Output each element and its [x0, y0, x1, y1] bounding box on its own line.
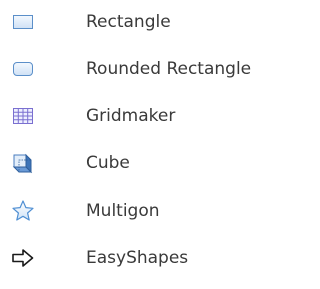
shape-menu: Rectangle Rounded Rectangle Gridmaker Cu… [0, 0, 297, 289]
menu-item-label: Gridmaker [86, 106, 176, 126]
arrow-right-icon [11, 246, 35, 270]
menu-item-gridmaker[interactable]: Gridmaker [0, 96, 297, 136]
grid-icon [11, 104, 35, 128]
menu-item-label: Multigon [86, 201, 160, 221]
menu-item-rectangle[interactable]: Rectangle [0, 2, 297, 42]
menu-item-rounded-rectangle[interactable]: Rounded Rectangle [0, 49, 297, 89]
rounded-rectangle-icon [11, 57, 35, 81]
menu-item-label: Rounded Rectangle [86, 59, 252, 79]
menu-item-multigon[interactable]: Multigon [0, 191, 297, 231]
menu-item-label: EasyShapes [86, 248, 189, 268]
menu-item-easyshapes[interactable]: EasyShapes [0, 238, 297, 278]
star-icon [11, 199, 35, 223]
menu-item-label: Cube [86, 153, 130, 173]
menu-item-label: Rectangle [86, 12, 171, 32]
menu-item-cube[interactable]: Cube [0, 143, 297, 183]
cube-icon [11, 151, 35, 175]
rectangle-icon [11, 10, 35, 34]
